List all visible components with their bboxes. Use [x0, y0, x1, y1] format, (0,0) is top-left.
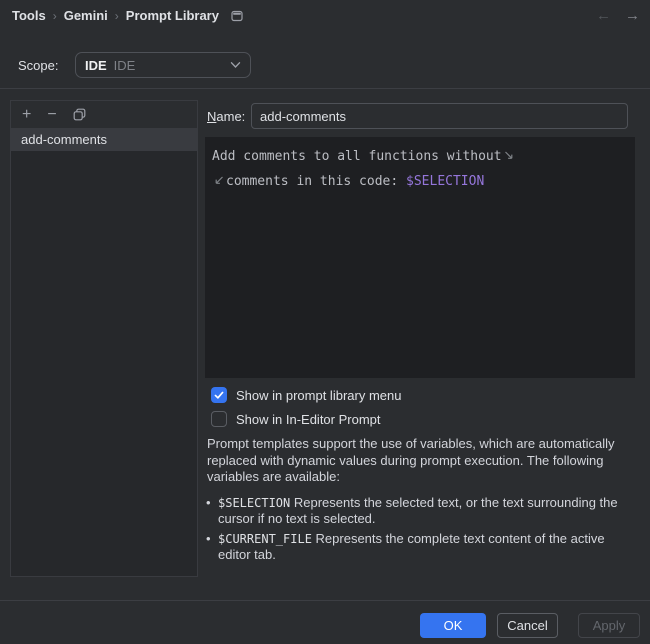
name-label-mnemonic: N — [207, 109, 216, 124]
breadcrumb: Tools › Gemini › Prompt Library — [12, 8, 243, 23]
name-label-rest: ame: — [216, 109, 245, 124]
scope-selected-value: IDE — [85, 58, 107, 73]
editor-variable-token: $SELECTION — [406, 174, 484, 189]
variable-name: $SELECTION — [218, 496, 290, 510]
name-label: Name: — [207, 109, 245, 124]
bullet-icon: • — [206, 531, 211, 547]
header-divider — [0, 88, 650, 89]
breadcrumb-item-gemini[interactable]: Gemini — [64, 8, 108, 23]
breadcrumb-separator: › — [53, 9, 57, 23]
list-item-add-comments[interactable]: add-comments — [11, 129, 197, 151]
breadcrumb-item-tools[interactable]: Tools — [12, 8, 46, 23]
checkbox-show-in-prompt-library-menu[interactable]: Show in prompt library menu — [211, 387, 401, 403]
name-input-value: add-comments — [260, 109, 346, 124]
checkbox-label: Show in In-Editor Prompt — [236, 412, 381, 427]
soft-wrap-icon — [504, 146, 514, 170]
prompt-text-editor[interactable]: Add comments to all functions without co… — [205, 137, 635, 378]
editor-text: Add comments to all functions without — [212, 149, 502, 164]
add-button[interactable]: + — [22, 107, 31, 123]
breadcrumb-separator: › — [115, 9, 119, 23]
prompt-list-panel: + − add-comments — [10, 100, 198, 577]
checkbox-checked-icon[interactable] — [211, 387, 227, 403]
checkbox-unchecked-icon[interactable] — [211, 411, 227, 427]
copy-icon — [73, 108, 86, 121]
scope-dropdown[interactable]: IDE IDE — [75, 52, 251, 78]
scope-secondary-value: IDE — [114, 58, 136, 73]
footer-divider — [0, 600, 650, 601]
cancel-button[interactable]: Cancel — [497, 613, 558, 638]
variables-help-text: Prompt templates support the use of vari… — [207, 436, 627, 486]
variable-item-selection: • $SELECTION Represents the selected tex… — [206, 495, 626, 527]
apply-button: Apply — [578, 613, 640, 638]
prompt-list-toolbar: + − — [11, 101, 197, 129]
name-input[interactable]: add-comments — [251, 103, 628, 129]
variable-name: $CURRENT_FILE — [218, 532, 312, 546]
checkbox-show-in-in-editor-prompt[interactable]: Show in In-Editor Prompt — [211, 411, 381, 427]
remove-button[interactable]: − — [47, 107, 56, 123]
variable-item-current-file: • $CURRENT_FILE Represents the complete … — [206, 531, 626, 563]
variables-list: • $SELECTION Represents the selected tex… — [206, 495, 626, 567]
scope-label: Scope: — [18, 58, 58, 73]
bullet-icon: • — [206, 495, 211, 511]
window-icon — [231, 10, 243, 22]
editor-line: comments in this code: $SELECTION — [212, 170, 628, 195]
history-nav: ← → — [596, 7, 640, 24]
duplicate-button[interactable] — [73, 108, 86, 121]
forward-arrow-icon[interactable]: → — [625, 7, 640, 24]
back-arrow-icon[interactable]: ← — [596, 7, 611, 24]
ok-button[interactable]: OK — [420, 613, 486, 638]
chevron-down-icon — [230, 61, 241, 69]
breadcrumb-item-prompt-library: Prompt Library — [126, 8, 219, 23]
settings-dialog: Tools › Gemini › Prompt Library ← → Scop… — [0, 0, 650, 644]
soft-wrap-continuation-icon — [214, 171, 224, 195]
editor-line: Add comments to all functions without — [212, 145, 628, 170]
editor-text: comments in this code: — [226, 174, 398, 189]
checkbox-label: Show in prompt library menu — [236, 388, 401, 403]
